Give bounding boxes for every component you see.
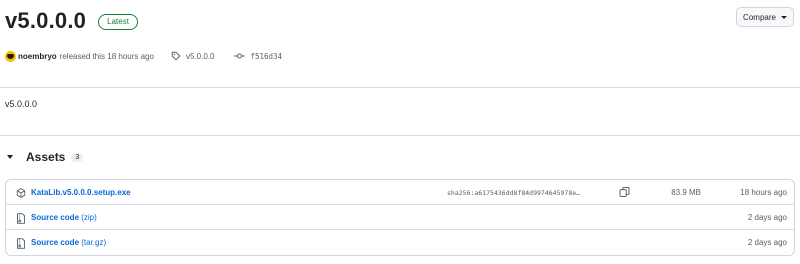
author-link[interactable]: noembryo — [18, 52, 57, 61]
asset-name: KataLib.v5.0.0.0.setup.exe — [31, 188, 131, 197]
release-body: v5.0.0.0 — [5, 99, 38, 109]
release-title[interactable]: v5.0.0.0 — [5, 8, 86, 34]
asset-suffix: (tar.gz) — [79, 238, 107, 247]
assets-list: KataLib.v5.0.0.0.setup.exe sha256:a61754… — [5, 179, 795, 256]
asset-sha: sha256:a6175436dd8f84d9974645978e… — [447, 189, 581, 197]
asset-size: 83.9 MB — [671, 188, 701, 197]
tag-icon — [171, 51, 181, 61]
assets-toggle[interactable]: Assets 3 — [7, 150, 84, 164]
asset-row: KataLib.v5.0.0.0.setup.exe sha256:a61754… — [6, 180, 794, 205]
compare-label: Compare — [743, 12, 776, 22]
asset-name: Source code — [31, 213, 80, 222]
release-meta: noembryo released this 18 hours ago v5.0… — [5, 50, 282, 62]
asset-name: Source code — [31, 238, 80, 247]
asset-time: 18 hours ago — [740, 188, 787, 197]
commit-hash: f516d34 — [250, 51, 283, 61]
commit-icon — [234, 53, 246, 59]
latest-badge: Latest — [98, 14, 138, 30]
asset-time: 2 days ago — [747, 213, 787, 222]
divider — [0, 87, 800, 88]
avatar[interactable] — [5, 50, 16, 62]
package-icon — [16, 188, 26, 198]
release-header: v5.0.0.0 Latest — [5, 8, 138, 34]
commit-link[interactable]: f516d34 — [234, 51, 282, 61]
file-zip-icon — [17, 238, 25, 249]
tag-label: v5.0.0.0 — [185, 51, 215, 61]
divider — [0, 135, 800, 136]
asset-download-link[interactable]: KataLib.v5.0.0.0.setup.exe — [31, 188, 131, 197]
asset-time: 2 days ago — [747, 238, 787, 247]
source-code-targz-link[interactable]: Source code (tar.gz) — [31, 238, 106, 247]
asset-row: Source code (tar.gz) 2 days ago — [6, 230, 794, 255]
compare-button[interactable]: Compare — [736, 7, 794, 27]
asset-row: Source code (zip) 2 days ago — [6, 205, 794, 230]
caret-down-icon — [780, 16, 787, 19]
asset-suffix: (zip) — [79, 213, 97, 222]
triangle-down-icon — [7, 155, 13, 159]
copy-icon[interactable] — [619, 186, 630, 198]
released-text: released this 18 hours ago — [59, 51, 154, 61]
source-code-zip-link[interactable]: Source code (zip) — [31, 213, 97, 222]
assets-count: 3 — [71, 152, 84, 162]
assets-title: Assets — [26, 150, 66, 164]
tag-link[interactable]: v5.0.0.0 — [171, 51, 214, 61]
file-zip-icon — [17, 213, 25, 224]
